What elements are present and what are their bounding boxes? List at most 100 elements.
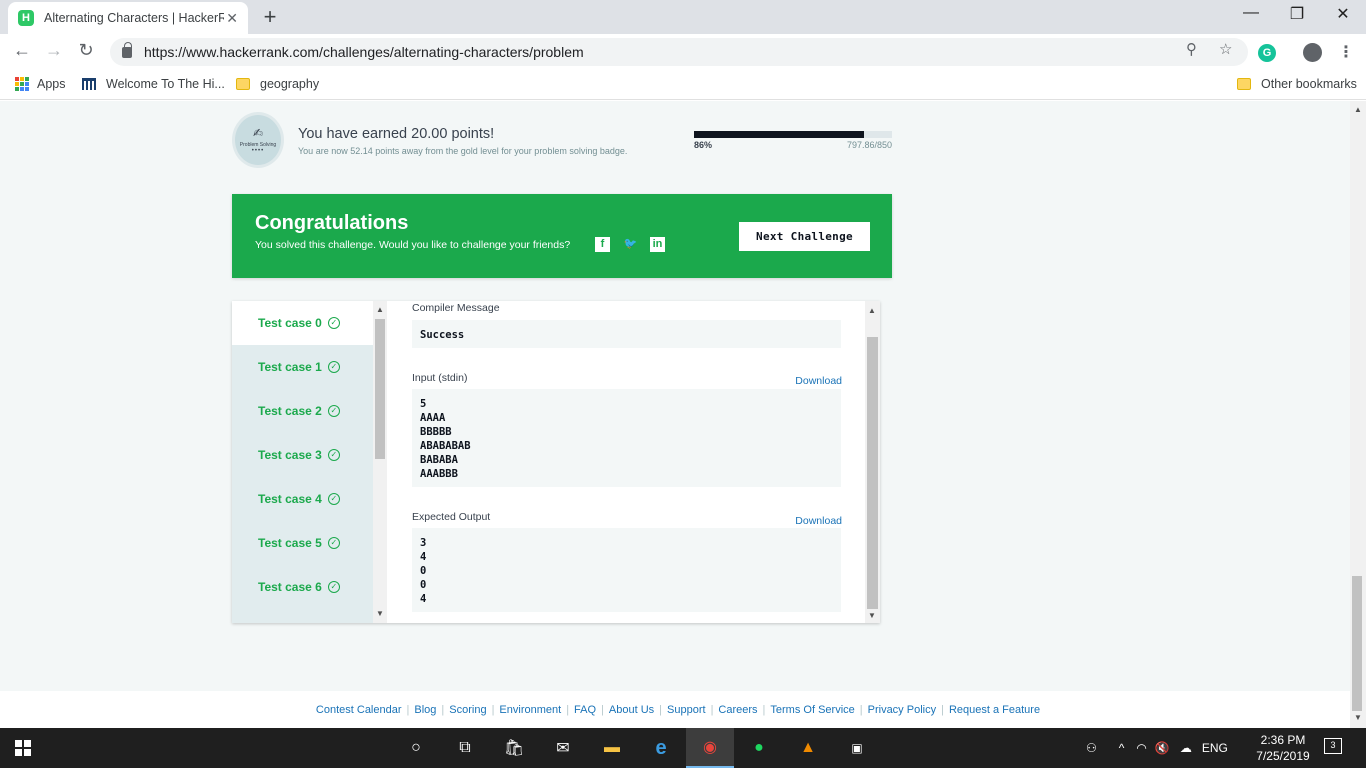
bookmark-geography[interactable]: geography [236,77,319,91]
footer-link-careers[interactable]: Careers [718,704,757,716]
scroll-down-arrow-icon[interactable]: ▼ [1354,713,1362,722]
footer-link-faq[interactable]: FAQ [574,704,596,716]
scroll-down-arrow-icon[interactable]: ▼ [376,609,384,618]
test-case-tab-1[interactable]: Test case 1 ✓ [232,345,373,389]
cortana-icon[interactable]: ○ [392,728,440,768]
footer-link-scoring[interactable]: Scoring [449,704,486,716]
file-explorer-icon[interactable]: ▬ [588,728,636,768]
grammarly-extension-icon[interactable]: G [1258,44,1276,62]
page-scrollbar-thumb[interactable] [1352,576,1362,711]
page-scrollbar[interactable]: ▲ ▼ [1350,101,1366,728]
test-case-scrollbar[interactable]: ▲ ▼ [373,301,387,623]
output-scrollbar-thumb[interactable] [867,337,878,609]
vlc-icon[interactable]: ▲ [784,728,832,768]
terminal-icon[interactable]: ▣ [833,728,881,768]
profile-avatar-icon[interactable] [1303,43,1322,62]
test-case-label: Test case 6 [258,580,322,594]
task-view-icon[interactable]: ⧉ [441,728,489,768]
zoom-icon[interactable]: ⚲ [1186,40,1197,58]
test-case-tab-0[interactable]: Test case 0 ✓ [232,301,373,345]
expected-download-link[interactable]: Download [795,515,842,527]
language-indicator[interactable]: ENG [1202,741,1228,755]
input-line: ABABABAB [420,440,471,452]
test-case-output: Compiler Message Success Input (stdin) D… [412,301,842,623]
scroll-up-arrow-icon[interactable]: ▲ [868,306,876,315]
facebook-icon[interactable]: f [595,237,610,252]
test-case-tab-5[interactable]: Test case 5 ✓ [232,521,373,565]
onedrive-icon[interactable]: ☁ [1180,741,1192,755]
scroll-up-arrow-icon[interactable]: ▲ [1354,105,1362,114]
footer-link-environment[interactable]: Environment [499,704,561,716]
footer-link-privacy[interactable]: Privacy Policy [868,704,936,716]
scroll-up-arrow-icon[interactable]: ▲ [376,305,384,314]
volume-muted-icon[interactable]: 🔇 [1155,741,1170,755]
badge-progress-bar [694,131,892,138]
bookmark-star-icon[interactable]: ☆ [1219,40,1232,58]
linkedin-icon[interactable]: in [650,237,665,252]
input-line: 5 [420,398,427,410]
url-text: https://www.hackerrank.com/challenges/al… [144,44,584,60]
twitter-icon[interactable]: 🐦 [623,237,638,252]
progress-points: 797.86/850 [846,140,892,150]
progress-percent: 86% [694,140,713,150]
lock-icon [122,41,132,58]
new-tab-button[interactable]: + [260,4,280,30]
test-case-tab-2[interactable]: Test case 2 ✓ [232,389,373,433]
mail-icon[interactable]: ✉ [539,728,587,768]
bookmark-welcome[interactable]: Welcome To The Hi... [82,77,225,91]
test-case-scrollbar-thumb[interactable] [375,319,385,459]
footer-link-blog[interactable]: Blog [414,704,436,716]
test-case-list: Test case 0 ✓ Test case 1 ✓ Test case 2 ✓ T… [232,301,373,623]
test-case-tab-3[interactable]: Test case 3 ✓ [232,433,373,477]
minimize-button[interactable]: — [1228,4,1274,30]
input-download-link[interactable]: Download [795,375,842,387]
tab-close-icon[interactable]: ✕ [226,10,238,27]
restore-button[interactable]: ❐ [1274,4,1320,30]
menu-kebab-icon[interactable]: ⋮ [1338,42,1354,62]
footer-separator: | [762,703,766,716]
other-bookmarks[interactable]: Other bookmarks [1237,77,1357,91]
footer-link-about-us[interactable]: About Us [609,704,654,716]
check-circle-icon: ✓ [327,537,340,549]
bookmark-apps[interactable]: Apps [15,77,66,91]
footer-link-contest-calendar[interactable]: Contest Calendar [316,704,402,716]
close-window-button[interactable]: ✕ [1320,4,1366,30]
footer-link-support[interactable]: Support [667,704,706,716]
check-circle-icon: ✓ [327,405,340,417]
check-circle-icon: ✓ [327,317,340,329]
congrats-title: Congratulations [255,212,409,234]
footer-link-terms[interactable]: Terms Of Service [770,704,854,716]
output-scrollbar[interactable]: ▲ ▼ [865,301,880,623]
browser-tab[interactable]: H Alternating Characters | HackerRank ✕ [8,2,248,34]
notifications-icon[interactable]: 3 [1324,738,1342,754]
footer-separator: | [566,703,570,716]
scroll-down-arrow-icon[interactable]: ▼ [868,611,876,620]
next-challenge-button[interactable]: Next Challenge [739,222,870,251]
clock-date: 7/25/2019 [1256,749,1310,763]
chrome-icon[interactable]: ◉ [686,728,734,768]
check-circle-icon: ✓ [327,493,340,505]
edge-icon[interactable]: e [637,728,685,768]
taskbar-clock[interactable]: 2:36 PM 7/25/2019 [1248,732,1318,764]
footer-separator: | [710,703,714,716]
system-tray: ⚇ ^ ◠ 🔇 ☁ ENG [1086,728,1228,768]
test-case-label: Test case 2 [258,404,322,418]
windows-start-icon[interactable] [15,740,31,756]
reload-icon[interactable]: ↻ [74,40,98,64]
input-box: 5 AAAA BBBBB ABABABAB BABABA AAABBB [412,389,841,487]
test-case-tab-6[interactable]: Test case 6 ✓ [232,565,373,609]
footer-separator: | [406,703,410,716]
spotify-icon[interactable]: ● [735,728,783,768]
tray-chevron-icon[interactable]: ^ [1119,741,1125,755]
store-icon[interactable]: 🛍 [490,728,538,768]
people-icon[interactable]: ⚇ [1086,741,1097,755]
test-case-tab-4[interactable]: Test case 4 ✓ [232,477,373,521]
address-bar[interactable]: https://www.hackerrank.com/challenges/al… [110,38,1248,66]
compiler-message-value: Success [420,329,465,341]
bookmarks-bar: Apps Welcome To The Hi... geography Othe… [0,70,1366,100]
forward-arrow-icon[interactable]: → [42,40,66,64]
wifi-icon[interactable]: ◠ [1136,741,1146,755]
footer-link-request-feature[interactable]: Request a Feature [949,704,1040,716]
back-arrow-icon[interactable]: ← [10,40,34,64]
input-line: BABABA [420,454,458,466]
